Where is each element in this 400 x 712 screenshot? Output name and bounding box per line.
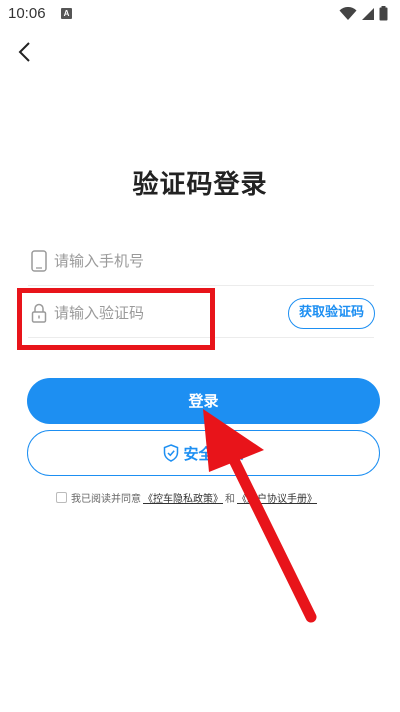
page-title: 验证码登录 xyxy=(132,170,268,200)
privacy-policy-link[interactable]: 《控车隐私政策》 xyxy=(143,490,223,505)
back-button[interactable] xyxy=(12,40,36,64)
secure-login-label: 安全登录 xyxy=(183,444,244,463)
login-button[interactable]: 登录 xyxy=(27,378,380,424)
battery-icon xyxy=(379,6,388,21)
back-arrow-icon xyxy=(18,42,30,62)
phone-field-row xyxy=(28,236,374,286)
signal-icon xyxy=(362,7,374,20)
agreement-checkbox[interactable] xyxy=(56,491,67,503)
shield-check-icon xyxy=(164,444,179,462)
agreement-prefix: 我已阅读并同意 xyxy=(71,493,141,505)
wifi-icon xyxy=(339,6,357,20)
notification-a-icon: A xyxy=(61,8,72,19)
phone-input[interactable] xyxy=(54,246,274,276)
status-time: 10:06 xyxy=(8,5,46,22)
pointer-arrow xyxy=(203,409,317,623)
get-code-button[interactable]: 获取验证码 xyxy=(288,298,375,329)
secure-login-button[interactable]: 安全登录 xyxy=(27,430,380,476)
status-icons xyxy=(339,6,388,21)
agreement-connector: 和 xyxy=(225,493,235,505)
status-bar: 10:06 A xyxy=(0,0,400,30)
agreement-row: 我已阅读并同意 《控车隐私政策》 和 《用户协议手册》 xyxy=(56,489,319,505)
user-agreement-link[interactable]: 《用户协议手册》 xyxy=(237,490,317,505)
phone-icon xyxy=(31,250,47,272)
highlight-box xyxy=(17,288,215,350)
